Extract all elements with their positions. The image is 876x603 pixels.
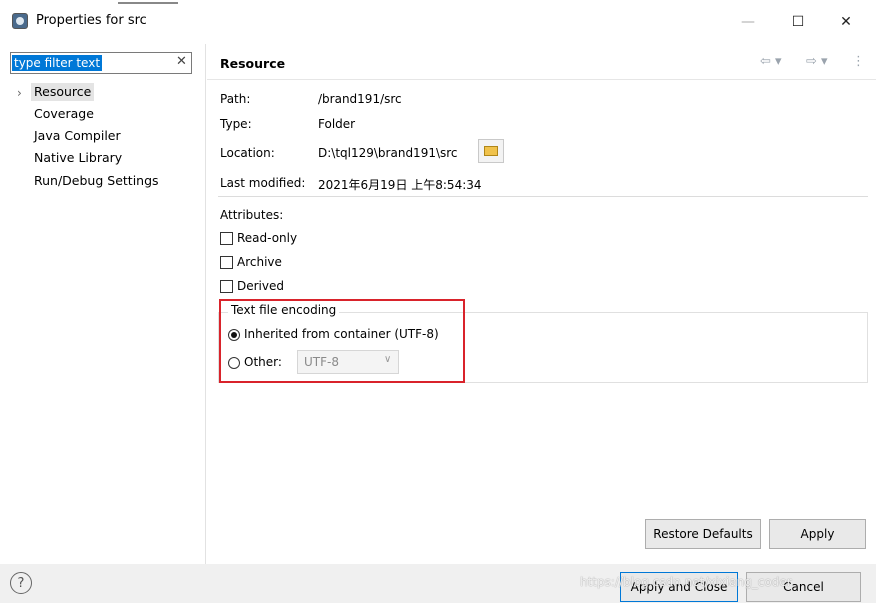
- attributes-heading: Attributes:: [220, 208, 284, 222]
- minimize-button[interactable]: —: [728, 8, 768, 36]
- forward-arrow-icon[interactable]: ⇨ ▾: [806, 54, 828, 69]
- top-edge-mark: [118, 2, 178, 4]
- last-modified-value: 2021年6月19日 上午8:54:34: [318, 178, 482, 192]
- tree-item-native-library[interactable]: Native Library: [34, 149, 122, 167]
- apply-button[interactable]: Apply: [769, 519, 866, 549]
- annotation-highlight-box: [219, 299, 465, 383]
- location-value: D:\tql129\brand191\src: [318, 146, 458, 160]
- tree-item-java-compiler[interactable]: Java Compiler: [34, 127, 121, 145]
- read-only-checkbox[interactable]: [220, 232, 233, 245]
- category-pane: [0, 44, 206, 564]
- filter-input-text[interactable]: type filter text: [12, 55, 103, 71]
- window-title: Properties for src: [36, 13, 147, 28]
- chevron-right-icon[interactable]: ›: [17, 86, 22, 100]
- derived-checkbox[interactable]: [220, 280, 233, 293]
- help-icon[interactable]: ?: [10, 572, 32, 594]
- eclipse-app-icon: [12, 13, 28, 29]
- archive-label[interactable]: Archive: [237, 255, 282, 269]
- read-only-label[interactable]: Read-only: [237, 231, 297, 245]
- last-modified-label: Last modified:: [220, 176, 306, 190]
- folder-arrow-icon: [484, 146, 498, 156]
- show-in-explorer-button[interactable]: [478, 139, 504, 163]
- clear-filter-icon[interactable]: ✕: [176, 54, 187, 69]
- path-label: Path:: [220, 92, 251, 106]
- maximize-button[interactable]: ☐: [778, 8, 818, 36]
- location-label: Location:: [220, 146, 275, 160]
- close-button[interactable]: ✕: [826, 8, 866, 36]
- tree-item-resource[interactable]: Resource: [31, 83, 95, 101]
- watermark-text: https://blog.csdn.net/xixiang_coder: [580, 575, 792, 589]
- type-value: Folder: [318, 117, 356, 131]
- back-arrow-icon[interactable]: ⇦ ▾: [760, 54, 782, 69]
- tree-item-run-debug-settings[interactable]: Run/Debug Settings: [34, 172, 159, 190]
- tree-item-coverage[interactable]: Coverage: [34, 105, 94, 123]
- restore-defaults-button[interactable]: Restore Defaults: [645, 519, 761, 549]
- archive-checkbox[interactable]: [220, 256, 233, 269]
- type-label: Type:: [220, 117, 252, 131]
- path-value: /brand191/src: [318, 92, 402, 106]
- derived-label[interactable]: Derived: [237, 279, 284, 293]
- page-title: Resource: [220, 56, 286, 71]
- view-menu-icon[interactable]: ⋮: [852, 54, 865, 69]
- section-divider: [218, 196, 868, 197]
